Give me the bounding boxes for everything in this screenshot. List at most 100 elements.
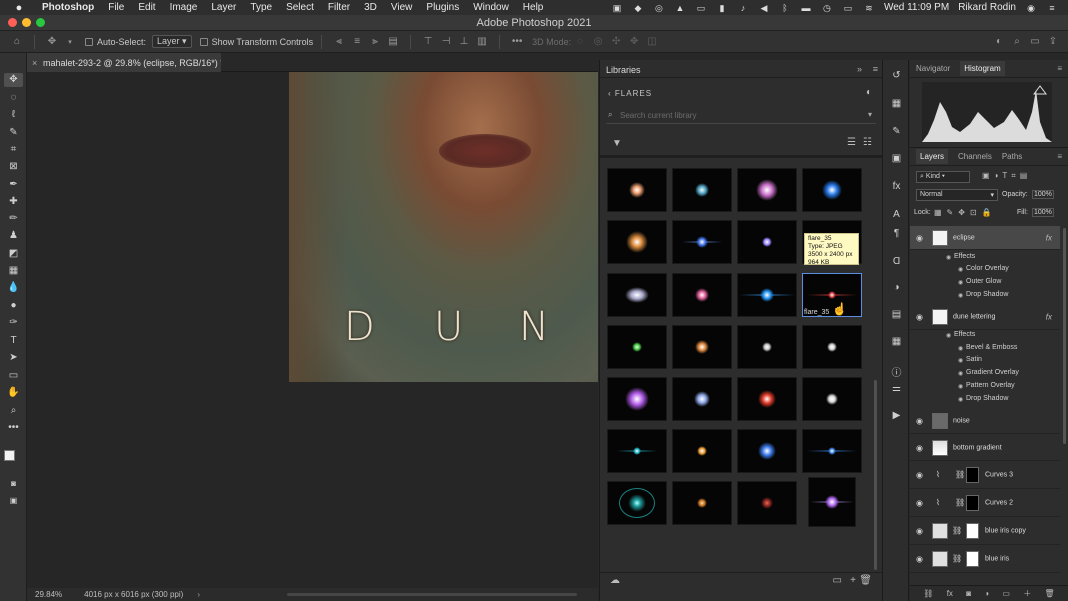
foreground-color-swatch[interactable] bbox=[4, 450, 15, 461]
flare-thumbnail[interactable] bbox=[802, 168, 862, 212]
layer-row-dune-lettering[interactable]: ◉ dune lettering fx bbox=[910, 304, 1060, 330]
effect-row[interactable]: ◉ Drop Shadow bbox=[910, 290, 1060, 302]
align-middle-icon[interactable]: ⊣ bbox=[439, 36, 453, 47]
link-icon[interactable]: ⛓ bbox=[952, 554, 962, 563]
cloud-sync-icon[interactable]: ☁ bbox=[610, 575, 620, 586]
visibility-eye-icon[interactable]: ◉ bbox=[916, 416, 923, 425]
distribute-icon[interactable]: ▤ bbox=[386, 36, 400, 47]
effect-row[interactable]: ◉ Gradient Overlay bbox=[910, 368, 1060, 380]
dropbox-icon[interactable]: ◆ bbox=[632, 3, 644, 13]
move-tool-icon[interactable]: ✥ bbox=[4, 73, 23, 87]
canvas-area[interactable]: D U N bbox=[27, 72, 598, 588]
flare-thumbnail[interactable] bbox=[737, 273, 797, 317]
flare-thumbnail[interactable] bbox=[672, 481, 732, 525]
effect-row[interactable]: ◉ Satin bbox=[910, 355, 1060, 367]
fill-field[interactable]: 100% bbox=[1032, 208, 1054, 217]
collaborators-icon[interactable]: ◐ bbox=[866, 87, 872, 98]
visibility-eye-icon[interactable]: ◉ bbox=[916, 312, 923, 321]
visibility-eye-icon[interactable]: ◉ bbox=[916, 471, 923, 480]
quick-mask-icon[interactable]: ◙ bbox=[4, 477, 23, 491]
menu-window[interactable]: Window bbox=[473, 2, 509, 13]
flare-thumbnail[interactable] bbox=[607, 273, 667, 317]
flare-thumbnail[interactable] bbox=[737, 429, 797, 473]
edit-toolbar-icon[interactable]: ••• bbox=[4, 421, 23, 435]
path-selection-tool-icon[interactable]: ➤ bbox=[4, 351, 23, 365]
transform-controls-checkbox[interactable] bbox=[199, 37, 208, 46]
hand-tool-icon[interactable]: ✋ bbox=[4, 386, 23, 400]
visibility-eye-icon[interactable]: ◉ bbox=[916, 499, 923, 508]
flare-thumbnail[interactable] bbox=[672, 273, 732, 317]
menubar-username[interactable]: Rikard Rodin bbox=[958, 2, 1016, 13]
gradient-tool-icon[interactable]: ▦ bbox=[4, 264, 23, 278]
flare-thumbnail[interactable] bbox=[607, 325, 667, 369]
flare-thumbnail[interactable] bbox=[607, 481, 667, 525]
layer-row-blue-iris-copy[interactable]: ◉ ⛓ blue iris copy bbox=[910, 518, 1060, 545]
volume-icon[interactable]: ◀ bbox=[758, 3, 770, 13]
brush-tool-icon[interactable]: ✏ bbox=[4, 212, 23, 226]
slide-3d-icon[interactable]: ✥ bbox=[627, 36, 641, 47]
character-icon[interactable]: A bbox=[889, 209, 904, 220]
eye-icon[interactable]: ◉ bbox=[958, 357, 963, 364]
auto-select-checkbox[interactable] bbox=[85, 37, 93, 46]
menu-app-photoshop[interactable]: Photoshop bbox=[42, 2, 94, 13]
eye-icon[interactable]: ◉ bbox=[958, 292, 963, 299]
flare-thumbnail[interactable] bbox=[672, 220, 732, 264]
layer-mask-thumbnail[interactable] bbox=[966, 551, 979, 567]
brushes-icon[interactable]: ✎ bbox=[889, 126, 904, 137]
opacity-field[interactable]: 100% bbox=[1032, 190, 1054, 199]
panel-menu-icon[interactable]: ≡ bbox=[1057, 152, 1062, 161]
collapse-panel-icon[interactable]: » bbox=[857, 64, 862, 74]
layer-mask-thumbnail[interactable] bbox=[966, 495, 979, 511]
flare-thumbnail[interactable] bbox=[672, 429, 732, 473]
layer-row-curves-3[interactable]: ◉ ⌇ ⛓ Curves 3 bbox=[910, 462, 1060, 489]
zoom-level[interactable]: 29.84% bbox=[35, 590, 62, 599]
more-options-icon[interactable]: ••• bbox=[510, 36, 524, 47]
tab-channels[interactable]: Channels bbox=[958, 152, 992, 161]
creative-cloud-icon[interactable]: ◎ bbox=[653, 3, 665, 13]
clone-stamp-tool-icon[interactable]: ♟ bbox=[4, 229, 23, 243]
layer-row-blue-iris[interactable]: ◉ ⛓ blue iris bbox=[910, 546, 1060, 573]
add-layer-style-icon[interactable]: fx bbox=[947, 589, 953, 598]
sort-icon[interactable]: ☰ bbox=[847, 137, 856, 148]
align-center-icon[interactable]: ≡ bbox=[350, 36, 364, 47]
scale-3d-icon[interactable]: ◫ bbox=[645, 36, 659, 47]
bookmark-icon[interactable]: ▮ bbox=[716, 3, 728, 13]
document-canvas[interactable]: D U N bbox=[289, 72, 598, 382]
link-icon[interactable]: ⛓ bbox=[955, 470, 965, 479]
visibility-eye-icon[interactable]: ◉ bbox=[916, 233, 923, 242]
properties-icon[interactable]: ⚌ bbox=[889, 383, 904, 394]
lasso-tool-icon[interactable]: ℓ bbox=[4, 108, 23, 122]
menu-select[interactable]: Select bbox=[286, 2, 314, 13]
flare-thumbnail[interactable] bbox=[802, 325, 862, 369]
tab-navigator[interactable]: Navigator bbox=[916, 64, 950, 73]
libraries-icon[interactable]: ▣ bbox=[889, 153, 904, 164]
zoom-tool-icon[interactable]: ⌕ bbox=[4, 404, 23, 418]
eye-icon[interactable]: ◉ bbox=[958, 370, 963, 377]
eye-icon[interactable]: ◉ bbox=[946, 254, 951, 261]
workspace-icon[interactable]: ▭ bbox=[1028, 36, 1042, 47]
effect-row[interactable]: ◉ Bevel & Emboss bbox=[910, 343, 1060, 355]
type-tool-icon[interactable]: T bbox=[4, 334, 23, 348]
blend-mode-dropdown[interactable]: Normal ▾ bbox=[916, 189, 998, 201]
channels-icon[interactable]: ▤ bbox=[889, 309, 904, 320]
control-center-icon[interactable]: ≡ bbox=[1046, 3, 1058, 13]
delete-element-icon[interactable]: 🗑 bbox=[859, 575, 872, 586]
distribute-vertical-icon[interactable]: ▥ bbox=[475, 36, 489, 47]
rectangle-tool-icon[interactable]: ▭ bbox=[4, 369, 23, 383]
crop-tool-icon[interactable]: ⌗ bbox=[4, 143, 23, 157]
eye-icon[interactable]: ◉ bbox=[958, 383, 963, 390]
paragraph-icon[interactable]: ¶ bbox=[889, 228, 904, 239]
menu-plugins[interactable]: Plugins bbox=[426, 2, 459, 13]
layer-fx-icon[interactable]: fx bbox=[1046, 233, 1052, 242]
dodge-tool-icon[interactable]: ● bbox=[4, 299, 23, 313]
flare-thumbnail[interactable] bbox=[672, 325, 732, 369]
panel-menu-icon[interactable]: ≡ bbox=[1057, 64, 1062, 73]
share-icon[interactable]: ⇪ bbox=[1046, 36, 1060, 47]
flare-thumbnail[interactable] bbox=[607, 429, 667, 473]
time-machine-icon[interactable]: ◷ bbox=[821, 3, 833, 13]
screen-record-icon[interactable]: ▣ bbox=[611, 3, 623, 13]
eye-icon[interactable]: ◉ bbox=[958, 396, 963, 403]
tab-histogram[interactable]: Histogram bbox=[960, 61, 1005, 76]
flare-thumbnail[interactable] bbox=[737, 325, 797, 369]
align-bottom-icon[interactable]: ⊥ bbox=[457, 36, 471, 47]
